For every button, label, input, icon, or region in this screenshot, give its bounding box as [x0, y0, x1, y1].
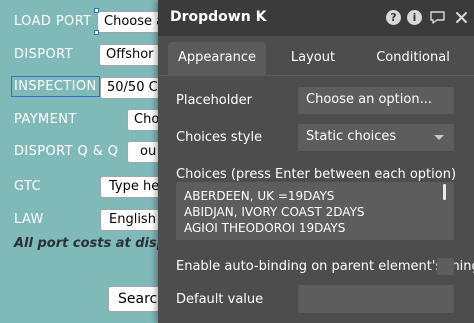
selection-handle[interactable]	[94, 8, 99, 13]
placeholder-input[interactable]: Choose an option...	[298, 87, 454, 114]
selection-handle[interactable]	[94, 30, 99, 35]
law-dropdown[interactable]: English	[100, 209, 160, 231]
search-button[interactable]: Search	[108, 286, 160, 312]
auto-binding-label: Enable auto-binding on parent element's …	[176, 259, 474, 274]
disport-dropdown[interactable]: Offshor	[99, 44, 160, 66]
comment-icon[interactable]	[429, 9, 446, 26]
label-payment: PAYMENT	[14, 112, 77, 127]
choice-line: ABERDEEN, UK =19DAYS	[184, 189, 335, 203]
placeholder-label: Placeholder	[176, 93, 252, 108]
tab-appearance[interactable]: Appearance	[168, 42, 266, 76]
disport-qq-dropdown[interactable]: ou	[127, 141, 160, 163]
help-icon[interactable]: ?	[386, 10, 401, 25]
choices-style-select[interactable]: Static choices	[298, 124, 454, 151]
label-disport-qq: DISPORT Q & Q	[14, 144, 119, 159]
choices-scrollbar[interactable]	[443, 184, 446, 200]
default-value-input[interactable]	[298, 285, 454, 313]
tab-conditional[interactable]: Conditional	[368, 42, 458, 76]
label-gtc: GTC	[14, 179, 42, 194]
choices-textarea[interactable]: ABERDEEN, UK =19DAYS ABIDJAN, IVORY COAS…	[176, 182, 454, 240]
choice-line: ABIDJAN, IVORY COAST 2DAYS	[184, 205, 365, 219]
info-icon[interactable]: i	[407, 10, 422, 25]
gtc-input[interactable]: Type he	[100, 176, 160, 198]
choice-line: AGIOI THEODOROI 19DAYS	[184, 221, 346, 235]
panel-tabs: Appearance Layout Conditional	[158, 36, 474, 76]
panel-header: Dropdown K ? i	[158, 0, 474, 36]
choices-label: Choices (press Enter between each option…	[176, 167, 457, 182]
port-costs-note: All port costs at dispo	[14, 236, 160, 251]
choices-style-label: Choices style	[176, 130, 263, 145]
tab-layout[interactable]: Layout	[278, 42, 348, 76]
label-inspection: INSPECTION	[11, 76, 100, 97]
close-icon[interactable]	[454, 10, 469, 25]
default-value-label: Default value	[176, 292, 264, 307]
label-disport: DISPORT	[14, 47, 73, 62]
label-law: LAW	[14, 212, 44, 227]
inspection-dropdown[interactable]: 50/50 C	[100, 77, 160, 99]
load-port-dropdown[interactable]: Choose a	[97, 11, 160, 33]
chevron-down-icon	[434, 135, 444, 140]
property-editor-panel: Dropdown K ? i Appearance Layout Conditi…	[158, 0, 474, 323]
panel-title: Dropdown K	[170, 9, 267, 25]
auto-binding-checkbox[interactable]	[437, 258, 454, 275]
choices-style-value: Static choices	[306, 129, 397, 144]
payment-dropdown[interactable]: Cho	[127, 109, 160, 131]
tab-divider	[158, 75, 474, 76]
form-canvas: LOAD PORT Choose a DISPORT Offshor INSPE…	[0, 0, 160, 323]
label-load-port: LOAD PORT	[14, 14, 92, 29]
